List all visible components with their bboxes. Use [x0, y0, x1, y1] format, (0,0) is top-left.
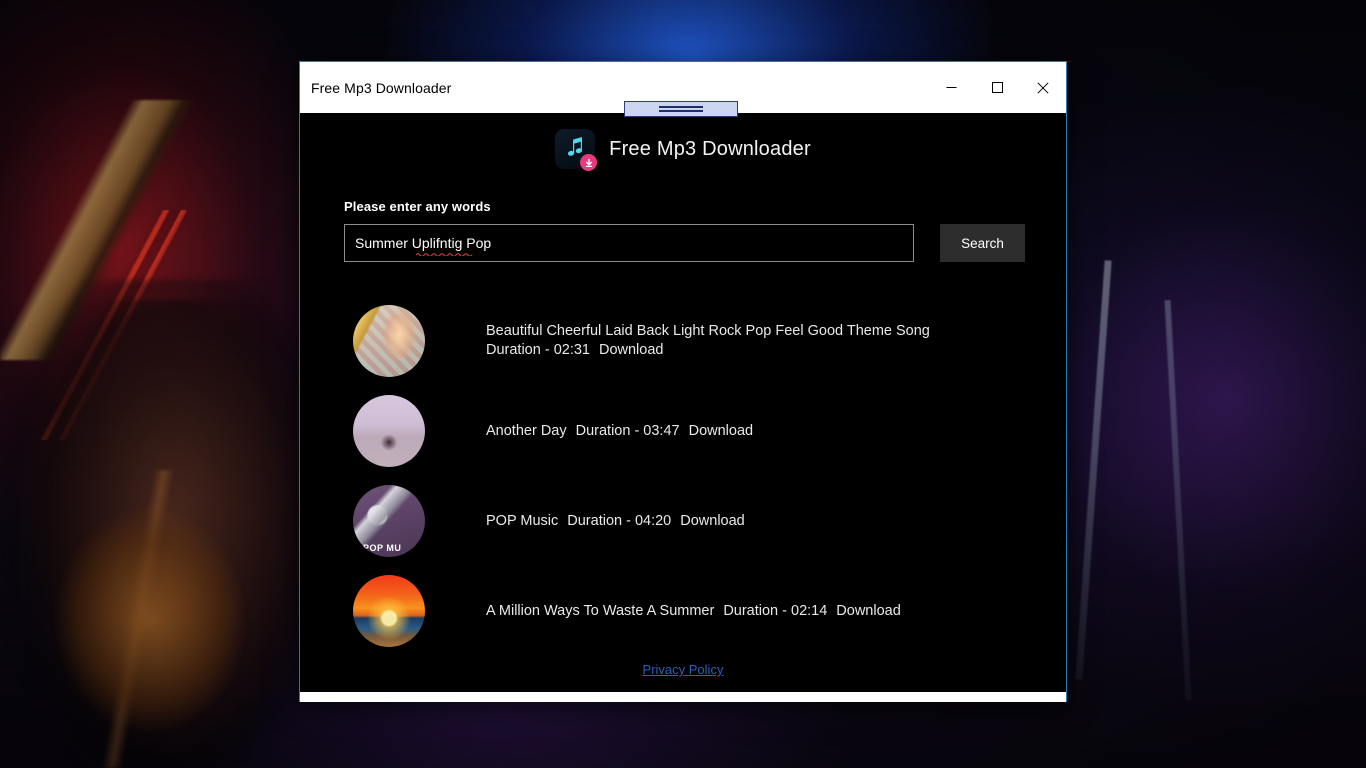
search-section: Please enter any words Search [300, 169, 1066, 262]
maximize-button[interactable] [974, 62, 1020, 113]
search-input-wrapper [344, 224, 914, 262]
list-item[interactable]: POP Music Duration - 04:20 Download [353, 476, 1066, 566]
list-item[interactable]: Beautiful Cheerful Laid Back Light Rock … [353, 296, 1066, 386]
close-button[interactable] [1020, 62, 1066, 113]
result-text: A Million Ways To Waste A Summer Duration… [486, 602, 901, 621]
window-resize-grip[interactable] [624, 101, 738, 117]
result-text: Another Day Duration - 03:47 Download [486, 422, 753, 441]
results-list: Beautiful Cheerful Laid Back Light Rock … [300, 296, 1066, 656]
result-text: POP Music Duration - 04:20 Download [486, 512, 745, 531]
result-text: Beautiful Cheerful Laid Back Light Rock … [486, 322, 986, 359]
result-title: Beautiful Cheerful Laid Back Light Rock … [486, 323, 930, 340]
result-duration: Duration - 03:47 [575, 422, 680, 439]
music-note-download-icon [555, 129, 598, 171]
app-content: Free Mp3 Downloader Please enter any wor… [300, 113, 1066, 702]
footer: Privacy Policy [300, 661, 1066, 679]
window-bottom-strip [300, 692, 1066, 702]
thumbnail-girl-with-guitar [353, 305, 425, 377]
window-titlebar[interactable]: Free Mp3 Downloader [300, 62, 1066, 117]
result-duration: Duration - 02:31 [486, 342, 590, 358]
app-window: Free Mp3 Downloader Free Mp3 Downloader … [299, 61, 1067, 702]
search-label: Please enter any words [344, 199, 491, 214]
window-controls [928, 62, 1066, 113]
result-duration: Duration - 02:14 [723, 602, 828, 619]
download-link[interactable]: Download [599, 342, 664, 358]
download-link[interactable]: Download [836, 603, 901, 619]
grip-line-top [659, 106, 703, 108]
list-item[interactable]: A Million Ways To Waste A Summer Duration… [353, 566, 1066, 656]
thumbnail-sunset-palms [353, 575, 425, 647]
result-title: A Million Ways To Waste A Summer [486, 602, 715, 619]
download-link[interactable]: Download [680, 513, 745, 529]
result-duration: Duration - 04:20 [567, 512, 672, 529]
result-title: Another Day [486, 422, 567, 439]
search-input[interactable] [344, 224, 914, 262]
desktop-background: Free Mp3 Downloader Free Mp3 Downloader … [0, 0, 1366, 768]
download-link[interactable]: Download [689, 423, 754, 439]
app-title: Free Mp3 Downloader [609, 137, 811, 160]
search-button[interactable]: Search [940, 224, 1025, 262]
minimize-button[interactable] [928, 62, 974, 113]
thumbnail-misty-beach [353, 395, 425, 467]
list-item[interactable]: Another Day Duration - 03:47 Download [353, 386, 1066, 476]
window-title: Free Mp3 Downloader [311, 79, 452, 96]
app-header: Free Mp3 Downloader [300, 113, 1066, 171]
search-row: Search [344, 224, 1066, 262]
privacy-policy-link[interactable]: Privacy Policy [643, 662, 724, 677]
result-title: POP Music [486, 512, 559, 529]
grip-line-bottom [659, 110, 703, 112]
thumbnail-microphone [353, 485, 425, 557]
